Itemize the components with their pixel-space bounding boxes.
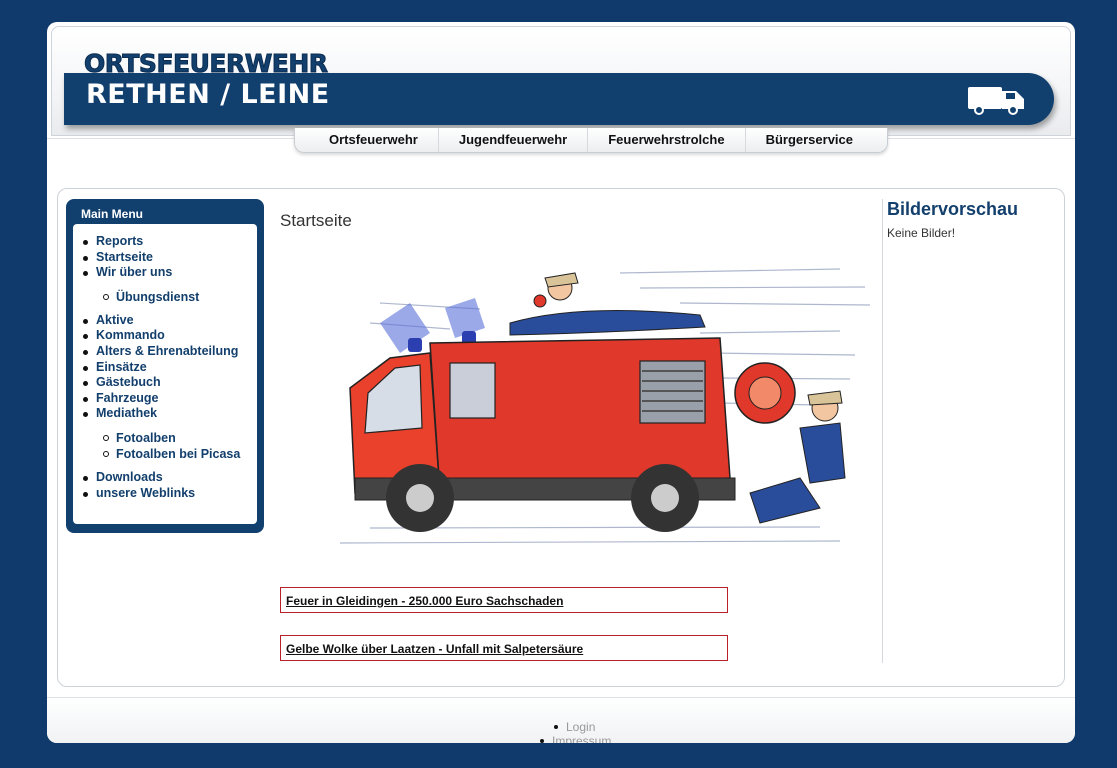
nav-item-buergerservice[interactable]: Bürgerservice: [744, 128, 873, 152]
menu-item-mediathek[interactable]: Mediathek: [73, 406, 257, 422]
nav-item-jugendfeuerwehr[interactable]: Jugendfeuerwehr: [437, 128, 587, 152]
image-preview-column: Bildervorschau Keine Bilder!: [882, 199, 1063, 663]
page-container: ORTSFEUERWEHR RETHEN / LEINE Ortsfeuerwe…: [47, 22, 1075, 743]
menu-item-fahrzeuge[interactable]: Fahrzeuge: [73, 391, 257, 407]
menu-item-reports[interactable]: Reports: [73, 234, 257, 250]
image-preview-title: Bildervorschau: [887, 199, 1019, 219]
nav-item-feuerwehrstrolche[interactable]: Feuerwehrstrolche: [587, 128, 744, 152]
menu-item-aktive[interactable]: Aktive: [73, 313, 257, 329]
footer-link-impressum[interactable]: Impressum: [538, 734, 611, 743]
fire-truck-icon: [968, 87, 1024, 115]
header-banner: RETHEN / LEINE: [64, 73, 1054, 125]
top-navigation: Ortsfeuerwehr Jugendfeuerwehr Feuerwehrs…: [294, 128, 889, 153]
site-footer: Login Impressum: [47, 698, 1075, 743]
content-frame: Main Menu Reports Startseite Wir über un…: [57, 188, 1065, 687]
nav-item-ortsfeuerwehr[interactable]: Ortsfeuerwehr: [309, 128, 438, 152]
footer-links: Login Impressum: [540, 720, 611, 743]
menu-item-kommando[interactable]: Kommando: [73, 328, 257, 344]
site-header: ORTSFEUERWEHR RETHEN / LEINE: [51, 26, 1071, 136]
news-link-laatzen[interactable]: Gelbe Wolke über Laatzen - Unfall mit Sa…: [286, 642, 583, 656]
page-title: Startseite: [280, 211, 352, 230]
footer-link-login[interactable]: Login: [552, 720, 611, 734]
menu-item-fotoalben-picasa[interactable]: Fotoalben bei Picasa: [73, 446, 257, 462]
news-link-gleidingen[interactable]: Feuer in Gleidingen - 250.000 Euro Sachs…: [286, 594, 563, 608]
menu-item-alters-ehrenabteilung[interactable]: Alters & Ehrenabteilung: [73, 344, 257, 360]
menu-item-fotoalben[interactable]: Fotoalben: [73, 430, 257, 446]
menu-item-weblinks[interactable]: unsere Weblinks: [73, 486, 257, 502]
menu-item-wir-ueber-uns[interactable]: Wir über uns: [73, 265, 257, 281]
menu-item-gaestebuch[interactable]: Gästebuch: [73, 375, 257, 391]
logo-title[interactable]: RETHEN / LEINE: [86, 79, 330, 110]
menu-item-einsaetze[interactable]: Einsätze: [73, 360, 257, 376]
news-item: Feuer in Gleidingen - 250.000 Euro Sachs…: [280, 587, 728, 613]
submenu-mediathek: Fotoalben Fotoalben bei Picasa: [73, 422, 257, 470]
main-menu-panel: Reports Startseite Wir über uns Übungsdi…: [73, 224, 257, 524]
main-menu-title: Main Menu: [81, 207, 143, 221]
main-menu-list: Reports Startseite Wir über uns Übungsdi…: [73, 234, 257, 501]
submenu-wir-ueber-uns: Übungsdienst: [73, 281, 257, 313]
image-preview-empty-text: Keine Bilder!: [887, 226, 956, 240]
menu-item-startseite[interactable]: Startseite: [73, 250, 257, 266]
menu-item-uebungsdienst[interactable]: Übungsdienst: [73, 289, 257, 305]
fire-truck-illustration: [339, 268, 871, 544]
menu-item-downloads[interactable]: Downloads: [73, 470, 257, 486]
news-item: Gelbe Wolke über Laatzen - Unfall mit Sa…: [280, 635, 728, 661]
main-menu: Main Menu Reports Startseite Wir über un…: [66, 199, 264, 533]
